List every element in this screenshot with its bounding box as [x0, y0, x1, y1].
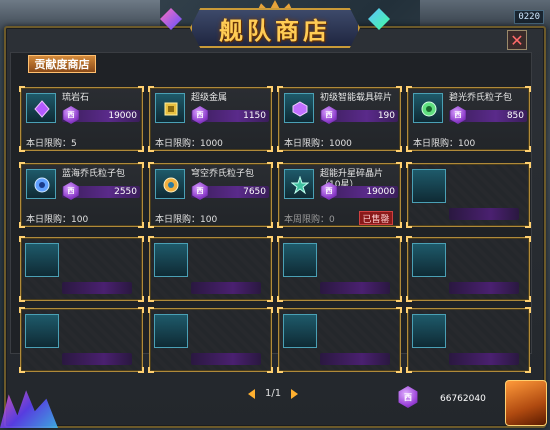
empty-icon-slot	[283, 243, 317, 277]
shop-item-card[interactable]: 碧光乔氏粒子包 西 850 本日限购：100	[406, 86, 531, 152]
empty-icon-slot	[25, 314, 59, 348]
pagination: 1/1	[248, 388, 299, 399]
empty-icon-slot	[412, 243, 446, 277]
shop-item-card[interactable]: 超能升星碎晶片（10星） 西 19000 本周限购：0 已售罄	[277, 162, 402, 228]
item-icon-slot	[284, 169, 314, 199]
price-bar	[62, 353, 132, 365]
item-price: 1150	[243, 111, 266, 121]
purchase-limit: 本日限购：100	[26, 215, 89, 225]
sold-out-badge: 已售罄	[359, 211, 393, 225]
price-bar	[320, 353, 390, 365]
empty-shop-slot	[406, 307, 531, 373]
page-indicator: 1/1	[265, 388, 282, 399]
empty-icon-slot	[154, 243, 188, 277]
purchase-limit: 本日限购：5	[26, 139, 77, 149]
treasure-chest-icon[interactable]	[505, 380, 547, 426]
empty-shop-slot	[148, 307, 273, 373]
metal-block-icon	[164, 102, 178, 116]
item-name: 超级金属	[191, 93, 228, 103]
purchase-limit: 本日限购：1000	[284, 139, 352, 149]
empty-shop-slot	[277, 236, 402, 302]
empty-icon-slot	[412, 314, 446, 348]
purchase-limit: 本日限购：1000	[155, 139, 223, 149]
empty-shop-slot	[277, 307, 402, 373]
purple-crystal-icon	[34, 100, 50, 118]
empty-shop-slot	[406, 162, 531, 228]
price-bar	[320, 282, 390, 294]
vehicle-fragment-icon	[292, 101, 308, 117]
empty-icon-slot	[283, 314, 317, 348]
item-price: 19000	[108, 111, 137, 121]
item-price: 190	[377, 111, 395, 121]
item-name: 初级智能载具碎片	[320, 93, 393, 103]
item-icon-slot	[155, 169, 185, 199]
item-price: 19000	[366, 187, 395, 197]
purchase-limit: 本日限购：100	[155, 215, 218, 225]
empty-shop-slot	[19, 236, 144, 302]
shop-item-card[interactable]: 琉岩石 西 19000 本日限购：5	[19, 86, 144, 152]
tab-contribution-shop[interactable]: 贡献度商店	[28, 55, 96, 73]
close-button[interactable]: ✕	[507, 30, 527, 50]
shop-item-card[interactable]: 蓝海乔氏粒子包 西 2550 本日限购：100	[19, 162, 144, 228]
price-bar	[191, 282, 261, 294]
title-banner: 舰队商店	[190, 8, 360, 48]
price-bar	[449, 282, 519, 294]
price-bar	[449, 208, 519, 220]
item-icon-slot	[155, 93, 185, 123]
sky-particle-pack-icon	[163, 177, 179, 193]
currency-balance: 66762040	[440, 394, 486, 404]
item-icon-slot	[284, 93, 314, 123]
purchase-limit: 本日限购：100	[413, 139, 476, 149]
item-name: 蓝海乔氏粒子包	[62, 169, 126, 179]
purchase-limit: 本周限购：0	[284, 215, 335, 225]
shop-item-card[interactable]: 初级智能载具碎片 西 190 本日限购：1000	[277, 86, 402, 152]
item-price: 7650	[243, 187, 266, 197]
price-bar	[191, 353, 261, 365]
item-icon-slot	[26, 169, 56, 199]
empty-shop-slot	[19, 307, 144, 373]
item-price: 2550	[114, 187, 137, 197]
item-name: 琉岩石	[62, 93, 90, 103]
blue-particle-pack-icon	[34, 177, 50, 193]
item-name: 穹空乔氏粒子包	[191, 169, 255, 179]
item-icon-slot	[26, 93, 56, 123]
item-price: 850	[506, 111, 524, 121]
empty-shop-slot	[148, 236, 273, 302]
price-bar	[449, 353, 519, 365]
item-name: 碧光乔氏粒子包	[449, 93, 513, 103]
empty-shop-slot	[406, 236, 531, 302]
page-title: 舰队商店	[219, 16, 331, 45]
green-particle-pack-icon	[421, 101, 437, 117]
item-icon-slot	[413, 93, 443, 123]
game-clock: 0220	[514, 10, 544, 24]
shop-item-card[interactable]: 超级金属 西 1150 本日限购：1000	[148, 86, 273, 152]
price-bar	[62, 282, 132, 294]
shop-item-card[interactable]: 穹空乔氏粒子包 西 7650 本日限购：100	[148, 162, 273, 228]
prev-page-arrow-icon[interactable]	[248, 388, 255, 399]
empty-icon-slot	[412, 169, 446, 203]
empty-icon-slot	[154, 314, 188, 348]
next-page-arrow-icon[interactable]	[291, 388, 299, 399]
star-crystal-shard-icon	[291, 176, 309, 194]
empty-icon-slot	[25, 243, 59, 277]
